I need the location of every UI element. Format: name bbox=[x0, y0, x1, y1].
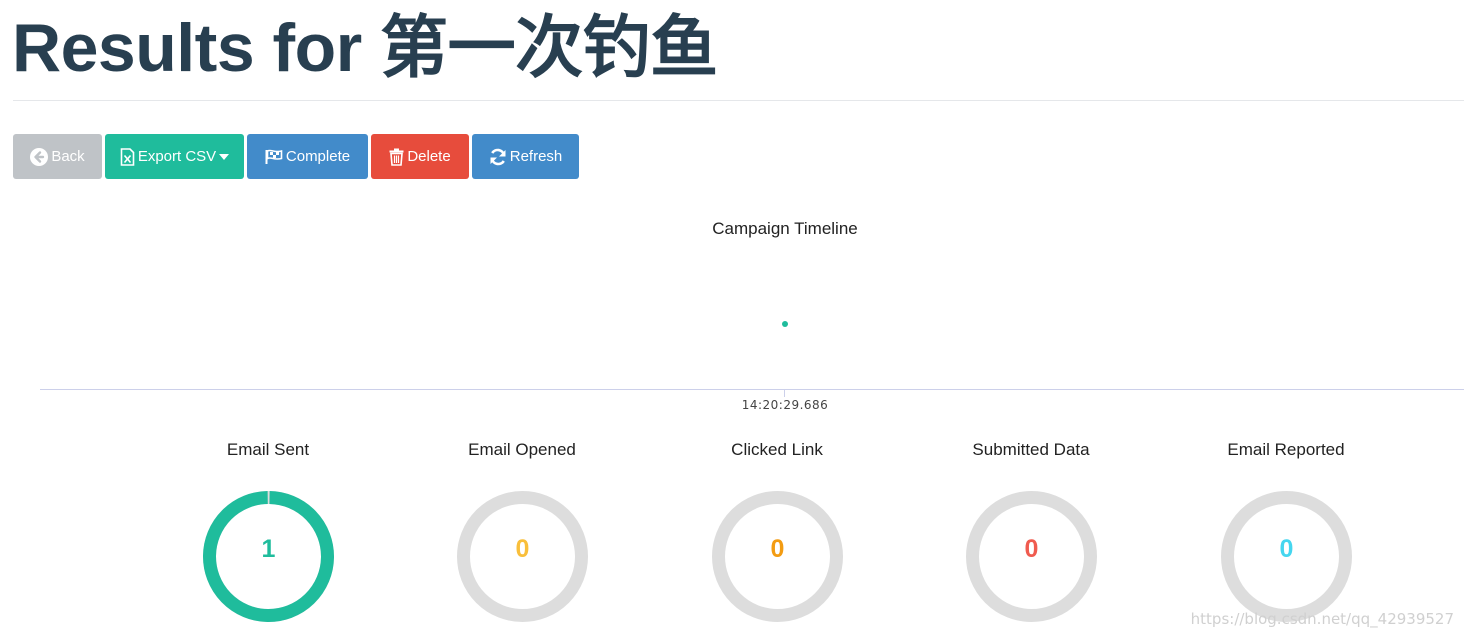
timeline-event-point[interactable] bbox=[782, 321, 788, 327]
export-csv-label: Export CSV bbox=[137, 148, 217, 165]
stat-label: Submitted Data bbox=[972, 440, 1090, 459]
excel-file-icon bbox=[120, 147, 135, 166]
timeline-tick bbox=[784, 389, 785, 397]
stat-label: Email Opened bbox=[468, 440, 576, 459]
stat-email-opened: Email Opened 0 bbox=[422, 438, 622, 622]
stat-label: Clicked Link bbox=[731, 440, 823, 459]
stat-value: 0 bbox=[1279, 535, 1294, 563]
timeline-axis bbox=[40, 389, 1464, 390]
refresh-button[interactable]: Refresh bbox=[472, 134, 579, 179]
stat-label: Email Sent bbox=[226, 440, 310, 459]
back-arrow-circle-icon bbox=[30, 147, 49, 166]
title-divider bbox=[13, 100, 1464, 101]
back-button-label: Back bbox=[51, 148, 85, 165]
stat-email-sent: Email Sent 1 bbox=[168, 438, 368, 622]
toolbar: Back Export CSV Complete Delete Refresh bbox=[13, 134, 582, 179]
timeline-title: Campaign Timeline bbox=[712, 219, 858, 238]
trash-icon bbox=[389, 148, 404, 166]
stat-clicked-link: Clicked Link 0 bbox=[677, 438, 877, 622]
caret-down-icon bbox=[219, 153, 230, 160]
complete-button[interactable]: Complete bbox=[247, 134, 368, 179]
delete-button[interactable]: Delete bbox=[371, 134, 469, 179]
refresh-button-label: Refresh bbox=[509, 148, 563, 165]
stat-email-reported: Email Reported 0 bbox=[1186, 438, 1386, 622]
refresh-icon bbox=[490, 148, 506, 165]
back-button[interactable]: Back bbox=[13, 134, 102, 179]
timeline-tick-label: 14:20:29.686 bbox=[741, 398, 829, 412]
stat-value: 1 bbox=[261, 535, 276, 563]
stat-value: 0 bbox=[1024, 535, 1039, 563]
checkered-flag-icon bbox=[265, 149, 283, 164]
page-title: Results for 第一次钓鱼 bbox=[12, 10, 718, 86]
stat-value: 0 bbox=[515, 535, 530, 563]
delete-button-label: Delete bbox=[407, 148, 451, 165]
stat-value: 0 bbox=[770, 535, 785, 563]
complete-button-label: Complete bbox=[285, 148, 351, 165]
stat-submitted-data: Submitted Data 0 bbox=[931, 438, 1131, 622]
watermark: https://blog.csdn.net/qq_42939527 bbox=[1190, 610, 1454, 628]
stat-label: Email Reported bbox=[1227, 440, 1345, 459]
export-csv-button[interactable]: Export CSV bbox=[105, 134, 244, 179]
